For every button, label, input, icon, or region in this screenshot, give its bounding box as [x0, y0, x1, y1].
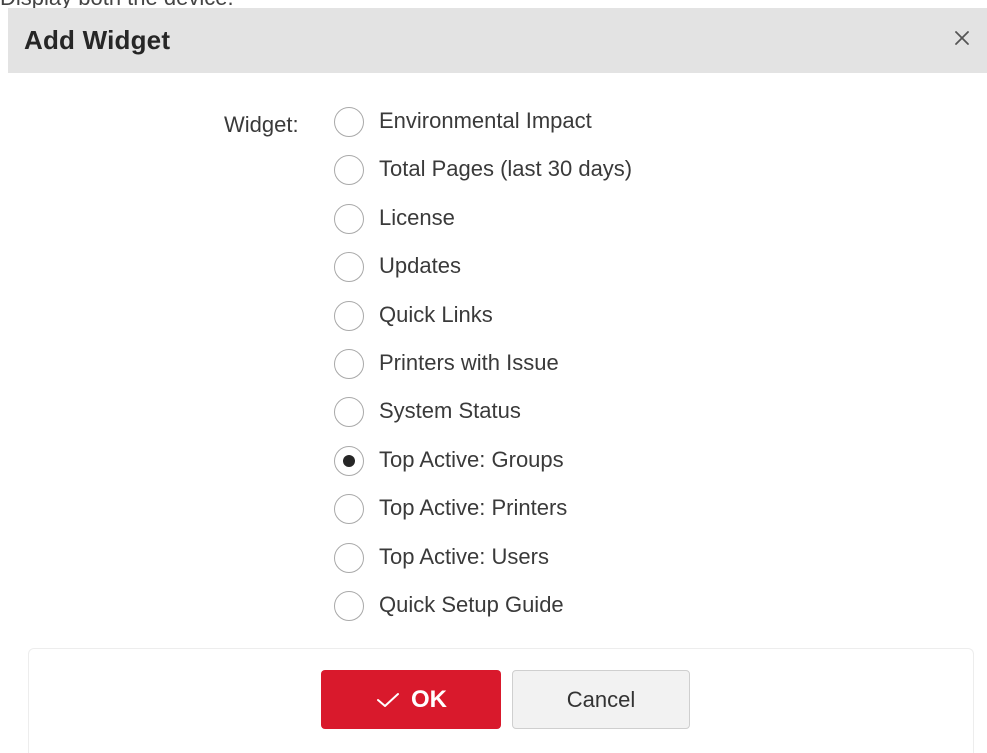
radio-button[interactable] — [334, 397, 364, 428]
radio-button[interactable] — [334, 155, 364, 186]
radio-button[interactable] — [334, 300, 364, 331]
dialog-footer — [28, 648, 974, 753]
radio-option-quick-setup-guide[interactable]: Quick Setup Guide — [334, 589, 734, 637]
radio-option-system-status[interactable]: System Status — [334, 395, 734, 443]
radio-option-total-pages[interactable]: Total Pages (last 30 days) — [334, 153, 734, 201]
page: Display both the device. Add Widget Widg… — [0, 0, 987, 753]
dialog-header: Add Widget — [8, 8, 987, 73]
radio-option-label: System Status — [379, 398, 521, 424]
radio-button[interactable] — [334, 494, 364, 525]
radio-option-updates[interactable]: Updates — [334, 250, 734, 298]
cancel-button-label: Cancel — [566, 686, 636, 712]
radio-button[interactable] — [334, 107, 364, 137]
radio-option-label: Updates — [379, 253, 461, 279]
radio-option-license[interactable]: License — [334, 202, 734, 250]
radio-option-label: Quick Setup Guide — [379, 591, 564, 617]
radio-option-label: Quick Links — [379, 301, 493, 327]
radio-button[interactable] — [334, 590, 364, 621]
radio-button[interactable] — [334, 252, 364, 283]
widget-field-label: Widget: — [224, 112, 299, 137]
ok-button-label: OK — [411, 685, 447, 713]
checkmark-icon — [377, 692, 399, 707]
radio-button[interactable] — [334, 445, 364, 476]
radio-option-label: Top Active: Groups — [379, 446, 564, 472]
ok-button[interactable]: OK — [321, 670, 501, 729]
close-icon — [955, 31, 969, 45]
radio-option-label: License — [379, 204, 455, 230]
radio-option-printers-with-issue[interactable]: Printers with Issue — [334, 347, 734, 395]
radio-button[interactable] — [334, 542, 364, 573]
radio-option-top-active-printers[interactable]: Top Active: Printers — [334, 492, 734, 540]
widget-radio-group: Environmental Impact Total Pages (last 3… — [334, 105, 734, 637]
close-button[interactable] — [947, 23, 977, 53]
radio-option-label: Printers with Issue — [379, 349, 559, 375]
radio-option-label: Top Active: Users — [379, 543, 549, 569]
cancel-button[interactable]: Cancel — [512, 670, 690, 729]
radio-option-quick-links[interactable]: Quick Links — [334, 299, 734, 347]
radio-button[interactable] — [334, 348, 364, 379]
radio-option-top-active-users[interactable]: Top Active: Users — [334, 541, 734, 589]
radio-option-label: Total Pages (last 30 days) — [379, 156, 633, 182]
radio-button[interactable] — [334, 203, 364, 234]
radio-option-label: Top Active: Printers — [379, 495, 568, 521]
dialog-title: Add Widget — [24, 25, 171, 55]
add-widget-dialog: Add Widget Widget: Environmental Impact … — [8, 8, 987, 753]
radio-option-top-active-groups[interactable]: Top Active: Groups — [334, 444, 734, 492]
radio-option-environmental-impact[interactable]: Environmental Impact — [334, 105, 734, 153]
radio-option-label: Environmental Impact — [379, 108, 592, 133]
